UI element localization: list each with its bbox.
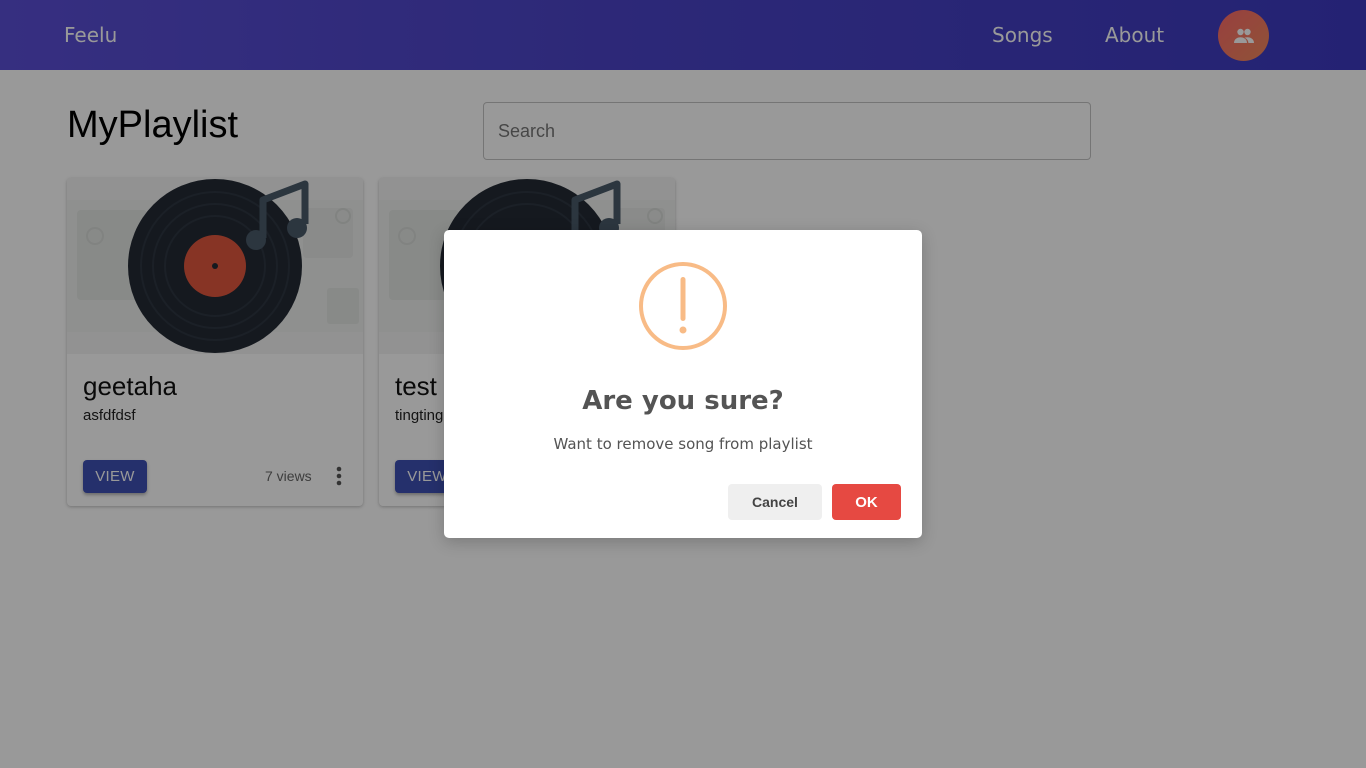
dialog-title: Are you sure? bbox=[582, 386, 784, 416]
ok-button[interactable]: OK bbox=[832, 484, 901, 520]
cancel-button[interactable]: Cancel bbox=[728, 484, 822, 520]
dialog-message: Want to remove song from playlist bbox=[553, 435, 813, 453]
confirm-dialog: Are you sure? Want to remove song from p… bbox=[444, 230, 922, 538]
warning-icon bbox=[639, 262, 727, 350]
